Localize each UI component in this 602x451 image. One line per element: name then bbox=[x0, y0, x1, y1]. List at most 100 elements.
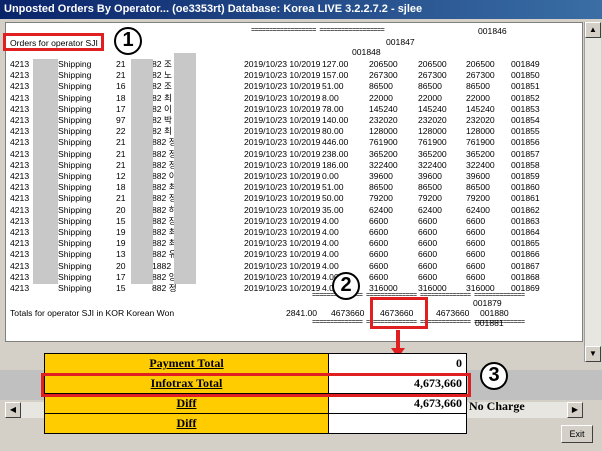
table-cell-c9: 62400 bbox=[466, 204, 490, 215]
table-cell-c7: 365200 bbox=[369, 148, 398, 159]
table-cell-c3: 19 bbox=[116, 238, 126, 249]
table-cell-c3: 97 bbox=[116, 115, 126, 125]
window-title: Unposted Orders By Operator... (oe3353rt… bbox=[0, 0, 602, 19]
totals-label: Totals for operator SJI in KOR Korean Wo… bbox=[10, 308, 175, 318]
table-cell-c3: 20 bbox=[116, 204, 126, 215]
table-row: 4213 Shipping 19 882 최 2019/10/23 10/2019 4.0… bbox=[6, 238, 582, 249]
table-cell-c2: Shipping bbox=[58, 227, 92, 237]
table-cell-c6: 4.00 bbox=[322, 227, 339, 237]
table-cell-c6: 157.00 bbox=[322, 70, 349, 81]
table-row: 4213 Shipping 13 882 유 2019/10/23 10/2019 4.0… bbox=[6, 249, 582, 260]
table-cell-c9: 232020 bbox=[466, 115, 495, 125]
table-cell-c1: 4213 bbox=[10, 238, 30, 249]
scroll-up-icon[interactable]: ▲ bbox=[585, 22, 601, 38]
table-cell-c5: 2019/10/23 10/2019 bbox=[244, 81, 321, 92]
table-cell-c9: 79200 bbox=[466, 193, 490, 204]
exit-button[interactable]: Exit bbox=[561, 425, 593, 443]
table-cell-c9: 6600 bbox=[466, 249, 486, 260]
table-cell-c5: 2019/10/23 10/2019 bbox=[244, 204, 321, 215]
table-cell-c9: 86500 bbox=[466, 182, 490, 193]
table-cell-c1: 4213 bbox=[10, 271, 30, 282]
table-cell-c9: 206500 bbox=[466, 59, 495, 69]
table-cell-c4: 82 조 bbox=[152, 59, 172, 69]
table-cell-c5: 2019/10/23 10/2019 bbox=[244, 159, 321, 170]
table-row: 4213 Shipping 20 1882 김 2019/10/23 10/2019 4.… bbox=[6, 261, 582, 272]
table-cell-c5: 2019/10/23 10/2019 bbox=[244, 193, 321, 204]
table-cell-c5: 2019/10/23 10/2019 bbox=[244, 271, 321, 282]
table-cell-c8: 267300 bbox=[418, 70, 447, 81]
table-cell-c3: 18 bbox=[116, 182, 126, 193]
table-row: 4213 Shipping 21 882 정 2019/10/23 10/2019 446… bbox=[6, 137, 582, 148]
scroll-left-icon[interactable]: ◀ bbox=[5, 402, 21, 418]
table-cell-c4: 82 최 bbox=[152, 126, 172, 137]
summary-row-diff-2: Diff bbox=[44, 413, 467, 434]
table-cell-c5: 2019/10/23 10/2019 bbox=[244, 182, 321, 193]
badge-two: 2 bbox=[332, 272, 360, 300]
table-cell-c5: 2019/10/23 10/2019 bbox=[244, 283, 321, 293]
table-cell-c10: 001855 bbox=[511, 126, 540, 137]
payment-total-label: Payment Total bbox=[44, 353, 329, 374]
table-row: 4213 Shipping 16 82 조 2019/10/23 10/2019 51.0… bbox=[6, 81, 582, 92]
table-cell-c6: 238.00 bbox=[322, 148, 349, 159]
table-cell-c7: 6600 bbox=[369, 249, 389, 260]
table-cell-c8: 79200 bbox=[418, 193, 442, 204]
table-cell-c6: 186.00 bbox=[322, 159, 349, 170]
table-cell-c1: 4213 bbox=[10, 70, 30, 81]
table-cell-c9: 322400 bbox=[466, 159, 495, 170]
table-cell-c6: 51.00 bbox=[322, 182, 344, 193]
table-cell-c1: 4213 bbox=[10, 137, 30, 148]
table-cell-c8: 6600 bbox=[418, 238, 438, 249]
totals-value-3: 4673660 bbox=[436, 308, 470, 318]
table-cell-c2: Shipping bbox=[58, 81, 92, 92]
table-cell-c9: 365200 bbox=[466, 148, 495, 159]
table-cell-c3: 21 bbox=[116, 159, 126, 170]
table-cell-c1: 4213 bbox=[10, 126, 30, 137]
table-cell-c10: 001868 bbox=[511, 271, 540, 282]
table-row: 4213 Shipping 21 882 정 2019/10/23 10/2019 186… bbox=[6, 160, 582, 171]
table-cell-c3: 19 bbox=[116, 227, 126, 237]
table-cell-c9: 39600 bbox=[466, 171, 490, 181]
table-cell-c5: 2019/10/23 10/2019 bbox=[244, 171, 321, 181]
table-row: 4213 Shipping 21 82 조 2019/10/23 10/2019 127.… bbox=[6, 59, 582, 70]
table-cell-c10: 001863 bbox=[511, 215, 540, 226]
payment-total-value: 0 bbox=[328, 353, 467, 374]
table-cell-c5: 2019/10/23 10/2019 bbox=[244, 115, 321, 125]
table-cell-c5: 2019/10/23 10/2019 bbox=[244, 59, 321, 69]
table-cell-c6: 140.00 bbox=[322, 115, 349, 125]
table-cell-c10: 001856 bbox=[511, 137, 540, 148]
vertical-scrollbar[interactable]: ▲ ▼ bbox=[584, 22, 601, 362]
table-cell-c2: Shipping bbox=[58, 260, 92, 271]
table-cell-c2: Shipping bbox=[58, 283, 92, 293]
table-cell-c3: 21 bbox=[116, 59, 126, 69]
table-cell-c2: Shipping bbox=[58, 193, 92, 204]
table-cell-c3: 15 bbox=[116, 283, 126, 293]
table-cell-c3: 21 bbox=[116, 70, 126, 81]
table-cell-c5: 2019/10/23 10/2019 bbox=[244, 238, 321, 249]
table-cell-c8: 206500 bbox=[418, 59, 447, 69]
table-cell-c6: 80.00 bbox=[322, 126, 344, 137]
table-cell-c4: 882 최 bbox=[152, 182, 177, 193]
table-cell-c9: 267300 bbox=[466, 70, 495, 81]
table-cell-c2: Shipping bbox=[58, 171, 92, 181]
scroll-down-icon[interactable]: ▼ bbox=[585, 346, 601, 362]
table-cell-c4: 82 박 bbox=[152, 115, 172, 125]
table-cell-c2: Shipping bbox=[58, 126, 92, 137]
redaction-block bbox=[174, 53, 196, 284]
table-cell-c1: 4213 bbox=[10, 103, 30, 114]
table-cell-c9: 22000 bbox=[466, 92, 490, 103]
table-cell-c3: 16 bbox=[116, 81, 126, 92]
table-cell-c9: 6600 bbox=[466, 271, 486, 282]
table-row: 4213 Shipping 12 882 이 2019/10/23 10/2019 0.0… bbox=[6, 171, 582, 182]
summary-row-payment: Payment Total 0 bbox=[44, 353, 467, 374]
table-row: 4213 Shipping 15 882 장 2019/10/23 10/2019 4.0… bbox=[6, 216, 582, 227]
report-view[interactable]: ================== ================== 00… bbox=[5, 22, 583, 342]
table-cell-c6: 51.00 bbox=[322, 81, 344, 92]
scroll-right-icon[interactable]: ▶ bbox=[567, 402, 583, 418]
table-cell-c1: 4213 bbox=[10, 193, 30, 204]
table-cell-c4: 82 조 bbox=[152, 81, 172, 92]
table-cell-c2: Shipping bbox=[58, 148, 92, 159]
header-separator: ================== ================== bbox=[251, 27, 385, 35]
redaction-block bbox=[33, 59, 58, 284]
table-cell-c10: 001864 bbox=[511, 227, 540, 237]
table-cell-c9: 86500 bbox=[466, 81, 490, 92]
